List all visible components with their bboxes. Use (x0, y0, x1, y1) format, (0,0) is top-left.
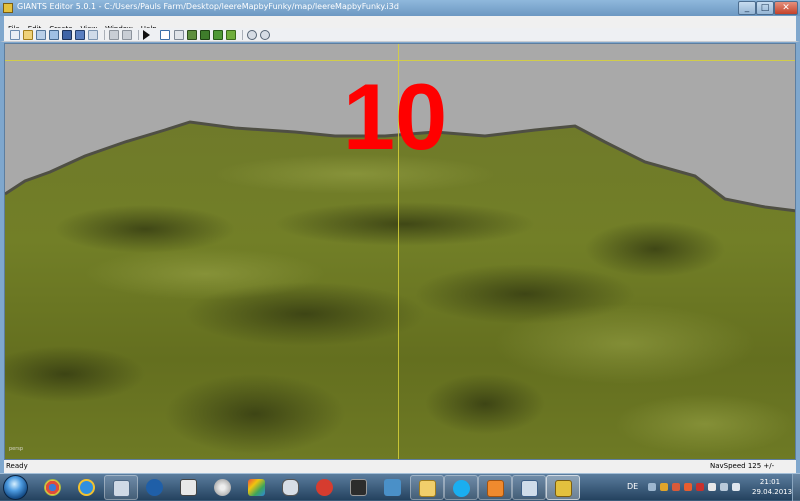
import-icon[interactable] (88, 30, 98, 40)
internet-explorer-icon (78, 479, 95, 496)
mouse-icon (282, 479, 299, 496)
taskbar-app-calculator[interactable] (104, 475, 138, 500)
tray-app-icon[interactable] (672, 483, 680, 491)
terrain-shadow (55, 205, 235, 253)
taskbar-app-game[interactable] (172, 475, 206, 500)
terrain-shadow (585, 221, 725, 277)
taskbar-app-paint[interactable] (240, 475, 274, 500)
open-file-icon[interactable] (36, 30, 46, 40)
taskbar-app-chrome[interactable] (36, 475, 70, 500)
flag-icon[interactable] (708, 483, 716, 491)
media-player-icon (146, 479, 163, 496)
status-text: Ready (6, 462, 28, 470)
move-icon[interactable] (174, 30, 184, 40)
minimize-button[interactable]: _ (738, 1, 756, 15)
taskbar-app-internet-explorer[interactable] (70, 475, 104, 500)
settings-icon[interactable] (247, 30, 257, 40)
terrain-highlight (615, 394, 795, 454)
viewport-guide-horizontal (5, 60, 795, 61)
taskbar-app-giants-editor[interactable] (546, 475, 580, 500)
clock[interactable]: 21:01 29.04.2013 (752, 477, 793, 497)
taskbar-app-tool[interactable] (376, 475, 410, 500)
mail-icon (487, 480, 504, 497)
tray-app-icon[interactable] (684, 483, 692, 491)
foliage-icon[interactable] (226, 30, 236, 40)
disc-icon (214, 479, 231, 496)
terrain-paint-icon[interactable] (200, 30, 210, 40)
taskbar-app-disc[interactable] (206, 475, 240, 500)
volume-icon[interactable] (732, 483, 740, 491)
title-bar[interactable]: GIANTS Editor 5.0.1 - C:/Users/Pauls Far… (0, 0, 800, 16)
editor-icon (350, 479, 367, 496)
tray-app-icon[interactable] (660, 483, 668, 491)
countdown-overlay: 10 (342, 64, 448, 169)
3d-viewport[interactable]: 10 persp (4, 43, 796, 460)
toolbar-separator (138, 30, 139, 40)
reload-icon[interactable] (49, 30, 59, 40)
open-folder-icon[interactable] (23, 30, 33, 40)
giants-app-icon (3, 3, 13, 13)
terrain-shadow (275, 202, 535, 246)
select-icon[interactable] (160, 30, 170, 40)
terrain-highlight (85, 248, 325, 300)
redo-icon[interactable] (122, 30, 132, 40)
window-title: GIANTS Editor 5.0.1 - C:/Users/Pauls Far… (17, 2, 399, 11)
window-icon (384, 479, 401, 496)
folder-icon (419, 480, 436, 497)
toolbar-separator (242, 30, 243, 40)
paint-icon (248, 479, 265, 496)
toolbar-separator (104, 30, 105, 40)
play-icon[interactable] (143, 30, 151, 40)
clock-time: 21:01 (759, 478, 781, 486)
tray-arrow-icon[interactable] (648, 483, 656, 491)
taskbar-app-explorer[interactable] (410, 475, 444, 500)
dvd-icon (316, 479, 333, 496)
taskbar-app-window[interactable] (512, 475, 546, 500)
menu-bar: FileEditCreateViewWindowHelp (0, 16, 800, 33)
terrain-highlight (495, 304, 755, 384)
save-as-icon[interactable] (75, 30, 85, 40)
nav-speed-readout: NavSpeed 125 +/- (710, 462, 775, 470)
terrain-shadow (425, 374, 545, 434)
taskbar-app-skype[interactable] (444, 475, 478, 500)
terrain-sculpt-icon[interactable] (187, 30, 197, 40)
status-bar: Ready NavSpeed 125 +/- (0, 460, 800, 473)
skype-icon (453, 480, 470, 497)
game-controller-icon (180, 479, 197, 496)
save-icon[interactable] (62, 30, 72, 40)
undo-icon[interactable] (109, 30, 119, 40)
show-desktop-button[interactable] (792, 474, 800, 501)
taskbar-app-mail[interactable] (478, 475, 512, 500)
taskbar-app-dvd[interactable] (308, 475, 342, 500)
toolbar (0, 28, 800, 42)
taskbar: DE 21:01 29.04.2013 (0, 473, 800, 501)
navigation-icon[interactable] (260, 30, 270, 40)
clock-date: 29.04.2013 (752, 488, 793, 496)
giants-editor-icon (555, 480, 572, 497)
language-indicator[interactable]: DE (627, 482, 638, 491)
calculator-icon (113, 480, 130, 497)
taskbar-app-mouse[interactable] (274, 475, 308, 500)
taskbar-app-editor[interactable] (342, 475, 376, 500)
giants-editor-window: GIANTS Editor 5.0.1 - C:/Users/Pauls Far… (0, 0, 800, 473)
taskbar-app-media-player[interactable] (138, 475, 172, 500)
terrain-shadow (165, 374, 345, 454)
close-button[interactable]: ✕ (774, 1, 798, 15)
tray-app-icon[interactable] (696, 483, 704, 491)
camera-label: persp (9, 446, 24, 452)
foliage-paint-icon[interactable] (213, 30, 223, 40)
window-icon (521, 480, 538, 497)
maximize-button[interactable]: □ (756, 1, 774, 15)
chrome-icon (44, 479, 61, 496)
new-file-icon[interactable] (10, 30, 20, 40)
network-icon[interactable] (720, 483, 728, 491)
start-button[interactable] (3, 475, 28, 500)
